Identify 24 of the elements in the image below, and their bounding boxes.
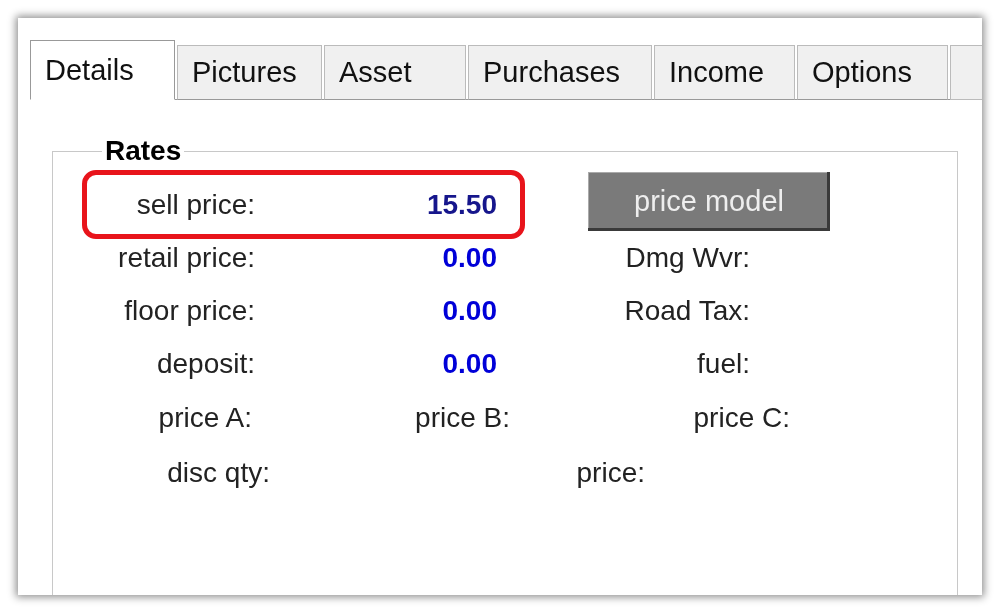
group-title: Rates <box>104 137 183 165</box>
field-value: 0.00 <box>441 241 498 274</box>
field-value: 15.50 <box>425 188 498 221</box>
price-model-button[interactable]: price model <box>588 172 830 231</box>
field-label: sell price: <box>135 188 255 221</box>
field-label: deposit: <box>155 347 255 380</box>
tab[interactable]: Options <box>797 45 948 100</box>
tab[interactable]: Purchases <box>468 45 652 100</box>
field-label: Road Tax: <box>623 294 750 327</box>
field-value: 0.00 <box>441 347 498 380</box>
field-label: price B: <box>414 401 510 434</box>
field-label: floor price: <box>123 294 255 327</box>
field-label: retail price: <box>117 241 255 274</box>
tab[interactable]: Details <box>30 40 175 100</box>
field-label: Dmg Wvr: <box>624 241 750 274</box>
field-label: fuel: <box>696 347 750 380</box>
field-label: disc qty: <box>166 456 270 489</box>
tab[interactable]: Income <box>654 45 795 100</box>
field-value: 0.00 <box>441 294 498 327</box>
tab[interactable]: Asset <box>324 45 466 100</box>
tab[interactable]: Pictures <box>177 45 322 100</box>
field-label: price C: <box>692 401 790 434</box>
field-label: price: <box>575 456 645 489</box>
field-label: price A: <box>157 401 252 434</box>
